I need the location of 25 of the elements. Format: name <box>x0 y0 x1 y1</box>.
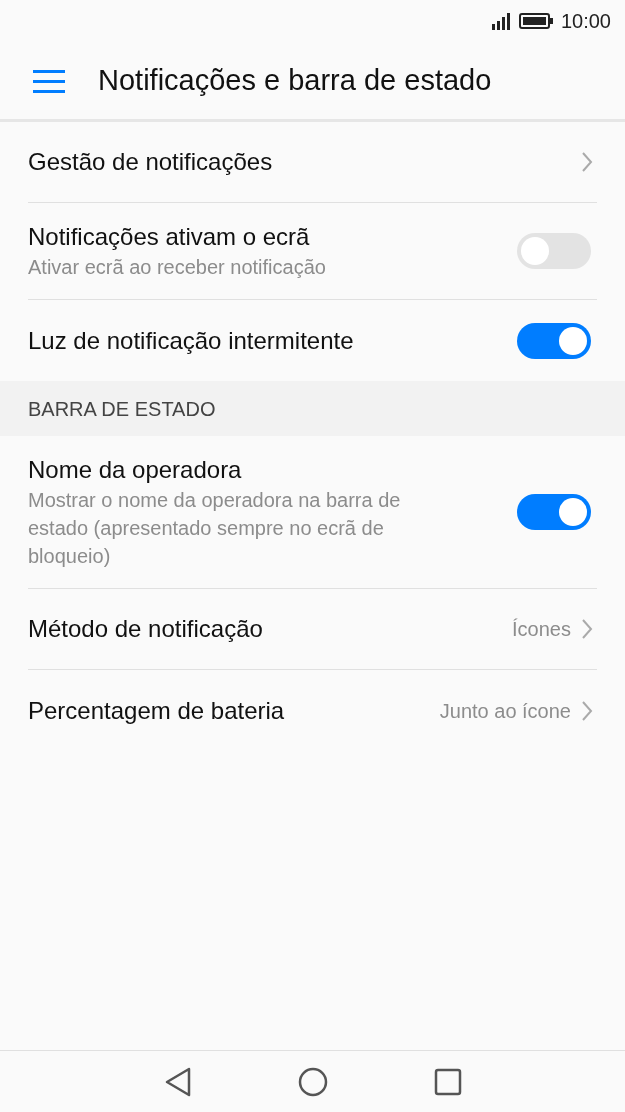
toggle-switch[interactable] <box>517 233 591 269</box>
setting-title[interactable]: Notificações ativam o ecrã <box>28 221 501 253</box>
toggle-switch[interactable] <box>517 322 591 359</box>
setting-value: Junto ao ícone <box>439 698 571 724</box>
back-icon[interactable] <box>163 1066 192 1097</box>
menu-icon[interactable] <box>33 68 65 93</box>
clock-time: 10:00 <box>560 9 611 34</box>
setting-description: Mostrar o nome da operadora na barra de estado (apresentado sempre no ecrã de bloqueio) <box>28 488 402 569</box>
setting-title[interactable]: Luz de notificação intermitente <box>28 324 501 357</box>
chevron-icon <box>581 151 593 173</box>
section-header: BARRA DE ESTADO <box>28 396 216 422</box>
setting-value: Ícones <box>512 617 571 642</box>
setting-title[interactable]: Nome da operadora <box>28 454 501 486</box>
recents-icon[interactable] <box>433 1067 462 1096</box>
setting-title[interactable]: Gestão de notificações <box>28 146 565 178</box>
toggle-switch[interactable] <box>517 494 591 530</box>
setting-description: Ativar ecrã ao receber notificação <box>28 255 327 280</box>
chevron-icon <box>581 699 593 722</box>
home-icon[interactable] <box>297 1066 328 1097</box>
setting-title[interactable]: Percentagem de bateria <box>28 694 424 727</box>
screen-title: Notificações e barra de estado <box>98 62 492 98</box>
chevron-icon <box>581 618 593 640</box>
battery-icon <box>518 13 553 29</box>
setting-title[interactable]: Método de notificação <box>28 613 497 645</box>
signal-icon <box>490 12 511 30</box>
